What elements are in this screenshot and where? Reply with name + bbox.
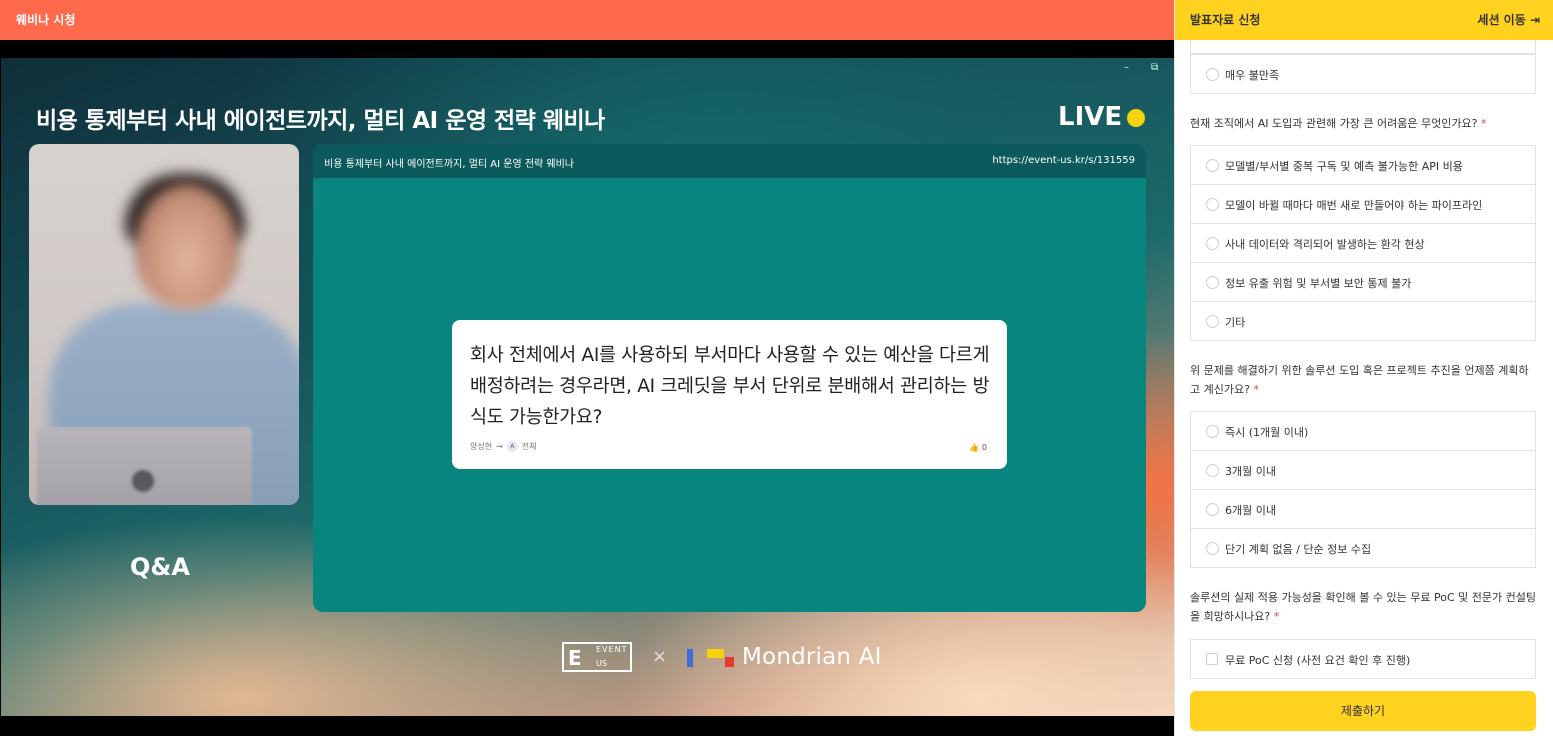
question-text: 회사 전체에서 AI를 사용하되 부서마다 사용할 수 있는 예산을 다르게 배… xyxy=(470,345,990,428)
required-mark: * xyxy=(1480,117,1487,130)
eventus-logo-top: EVENT xyxy=(596,645,628,654)
partner-name: Mondrian AI xyxy=(742,644,882,670)
tab-materials-request[interactable]: 발표자료 신청 xyxy=(1190,11,1260,28)
radio-icon[interactable] xyxy=(1206,237,1219,250)
question-3-text: 솔루션의 실제 적용 가능성을 확인해 볼 수 있는 무료 PoC 및 전문가 … xyxy=(1190,591,1536,623)
eventus-logo: E EVENT US xyxy=(562,642,632,672)
option-label: 단기 계획 없음 / 단순 정보 수집 xyxy=(1225,543,1372,556)
q1-option-4[interactable]: 정보 유출 위험 및 부서별 보안 통제 불가 xyxy=(1190,262,1536,302)
stage-title: 비용 통제부터 사내 에이전트까지, 멀티 AI 운영 전략 웨비나 xyxy=(36,108,605,134)
popout-icon[interactable]: ⧉ xyxy=(1151,62,1158,73)
radio-icon[interactable] xyxy=(1206,425,1219,438)
radio-icon[interactable] xyxy=(1206,542,1219,555)
target-avatar: A xyxy=(506,441,518,452)
option-label: 3개월 이내 xyxy=(1225,465,1276,478)
radio-icon[interactable] xyxy=(1206,159,1219,172)
question-3: 솔루션의 실제 적용 가능성을 확인해 볼 수 있는 무료 PoC 및 전문가 … xyxy=(1190,588,1536,626)
question-2-text: 위 문제를 해결하기 위한 솔루션 도입 혹은 프로젝트 추진을 언제쯤 계획하… xyxy=(1190,364,1529,396)
question-1-text: 현재 조직에서 AI 도입과 관련해 가장 큰 어려움은 무엇인가요? xyxy=(1190,117,1478,130)
option-prev[interactable] xyxy=(1190,40,1536,54)
minimize-icon[interactable]: – xyxy=(1124,62,1129,73)
radio-icon[interactable] xyxy=(1206,198,1219,211)
submit-button[interactable]: 제출하기 xyxy=(1190,691,1536,731)
required-mark: * xyxy=(1273,610,1280,623)
qa-label: Q&A xyxy=(130,553,190,581)
eventus-logo-e: E xyxy=(568,646,582,670)
option-label: 모델별/부서별 중복 구독 및 예측 불가능한 API 비용 xyxy=(1225,160,1463,173)
radio-icon[interactable] xyxy=(1206,315,1219,328)
question-1: 현재 조직에서 AI 도입과 관련해 가장 큰 어려움은 무엇인가요? * xyxy=(1190,114,1536,133)
qa-panel-header: 비용 통제부터 사내 에이전트까지, 멀티 AI 운영 전략 웨비나 https… xyxy=(313,144,1146,178)
like-count: 0 xyxy=(981,443,987,452)
eventus-logo-bottom: US xyxy=(596,659,607,668)
speaker-camera xyxy=(29,144,299,505)
q3-option-1[interactable]: 무료 PoC 신청 (사전 요건 확인 후 진행) xyxy=(1190,639,1536,679)
live-indicator-icon xyxy=(1127,109,1145,127)
like-button[interactable]: 👍 0 xyxy=(969,443,987,452)
question-2: 위 문제를 해결하기 위한 솔루션 도입 혹은 프로젝트 추진을 언제쯤 계획하… xyxy=(1190,361,1536,399)
radio-icon[interactable] xyxy=(1206,68,1219,81)
option-label: 사내 데이터와 격리되어 발생하는 환각 현상 xyxy=(1225,238,1425,251)
question-meta: 양성현 → A 전체 xyxy=(470,441,537,452)
video-stage[interactable]: – ⧉ 비용 통제부터 사내 에이전트까지, 멀티 AI 운영 전략 웨비나 L… xyxy=(1,58,1174,716)
speaker-face xyxy=(135,184,239,309)
qa-panel-title: 비용 통제부터 사내 에이전트까지, 멀티 AI 운영 전략 웨비나 xyxy=(324,159,574,170)
qa-panel-url: https://event-us.kr/s/131559 xyxy=(992,155,1135,166)
q1-option-3[interactable]: 사내 데이터와 격리되어 발생하는 환각 현상 xyxy=(1190,223,1536,263)
webinar-viewer: 웨비나 시청 – ⧉ 비용 통제부터 사내 에이전트까지, 멀티 AI 운영 전… xyxy=(0,0,1174,736)
q2-option-3[interactable]: 6개월 이내 xyxy=(1190,489,1536,529)
app-root: 웨비나 시청 – ⧉ 비용 통제부터 사내 에이전트까지, 멀티 AI 운영 전… xyxy=(0,0,1553,736)
q2-option-1[interactable]: 즉시 (1개월 이내) xyxy=(1190,411,1536,451)
q2-option-4[interactable]: 단기 계획 없음 / 단순 정보 수집 xyxy=(1190,528,1536,568)
q1-option-5[interactable]: 기타 xyxy=(1190,301,1536,341)
question-target: 전체 xyxy=(521,442,537,451)
side-panel-header: 발표자료 신청 세션 이동 ⇥ xyxy=(1175,0,1553,40)
laptop xyxy=(37,427,252,505)
question-card: 회사 전체에서 AI를 사용하되 부서마다 사용할 수 있는 예산을 다르게 배… xyxy=(452,320,1007,469)
session-move-button[interactable]: 세션 이동 ⇥ xyxy=(1477,11,1540,28)
times-icon: × xyxy=(652,646,668,667)
option-label: 모델이 바뀔 때마다 매번 새로 만들어야 하는 파이프라인 xyxy=(1225,199,1483,212)
radio-icon[interactable] xyxy=(1206,464,1219,477)
thumbs-up-icon: 👍 xyxy=(969,443,980,452)
checkbox-icon[interactable] xyxy=(1206,653,1218,665)
option-very-dissatisfied[interactable]: 매우 불만족 xyxy=(1190,54,1536,94)
option-label: 6개월 이내 xyxy=(1225,504,1276,517)
side-panel: 발표자료 신청 세션 이동 ⇥ 매우 불만족 현재 조직에서 AI 도입과 관련… xyxy=(1174,0,1553,736)
option-label: 즉시 (1개월 이내) xyxy=(1225,426,1309,439)
mondrian-logo-icon xyxy=(687,648,735,668)
required-mark: * xyxy=(1253,383,1259,396)
qa-panel: 비용 통제부터 사내 에이전트까지, 멀티 AI 운영 전략 웨비나 https… xyxy=(313,144,1146,612)
q2-option-2[interactable]: 3개월 이내 xyxy=(1190,450,1536,490)
option-label: 무료 PoC 신청 (사전 요건 확인 후 진행) xyxy=(1225,654,1411,667)
option-label: 매우 불만족 xyxy=(1225,69,1280,82)
radio-icon[interactable] xyxy=(1206,503,1219,516)
q1-option-1[interactable]: 모델별/부서별 중복 구독 및 예측 불가능한 API 비용 xyxy=(1190,145,1536,185)
q1-option-2[interactable]: 모델이 바뀔 때마다 매번 새로 만들어야 하는 파이프라인 xyxy=(1190,184,1536,224)
mondrian-yellow-block xyxy=(707,649,724,658)
page-title: 웨비나 시청 xyxy=(16,13,76,27)
radio-icon[interactable] xyxy=(1206,276,1219,289)
arrow-icon: → xyxy=(496,442,503,451)
question-author: 양성현 xyxy=(470,442,493,451)
option-label: 기타 xyxy=(1225,316,1246,329)
mondrian-blue-block xyxy=(687,649,693,667)
mondrian-red-block xyxy=(725,657,734,667)
option-label: 정보 유출 위험 및 부서별 보안 통제 불가 xyxy=(1225,277,1412,290)
top-bar: 웨비나 시청 xyxy=(0,0,1174,40)
survey-form: 매우 불만족 현재 조직에서 AI 도입과 관련해 가장 큰 어려움은 무엇인가… xyxy=(1175,40,1553,680)
apple-logo-icon xyxy=(132,470,154,492)
live-label: LIVE xyxy=(1058,102,1123,132)
